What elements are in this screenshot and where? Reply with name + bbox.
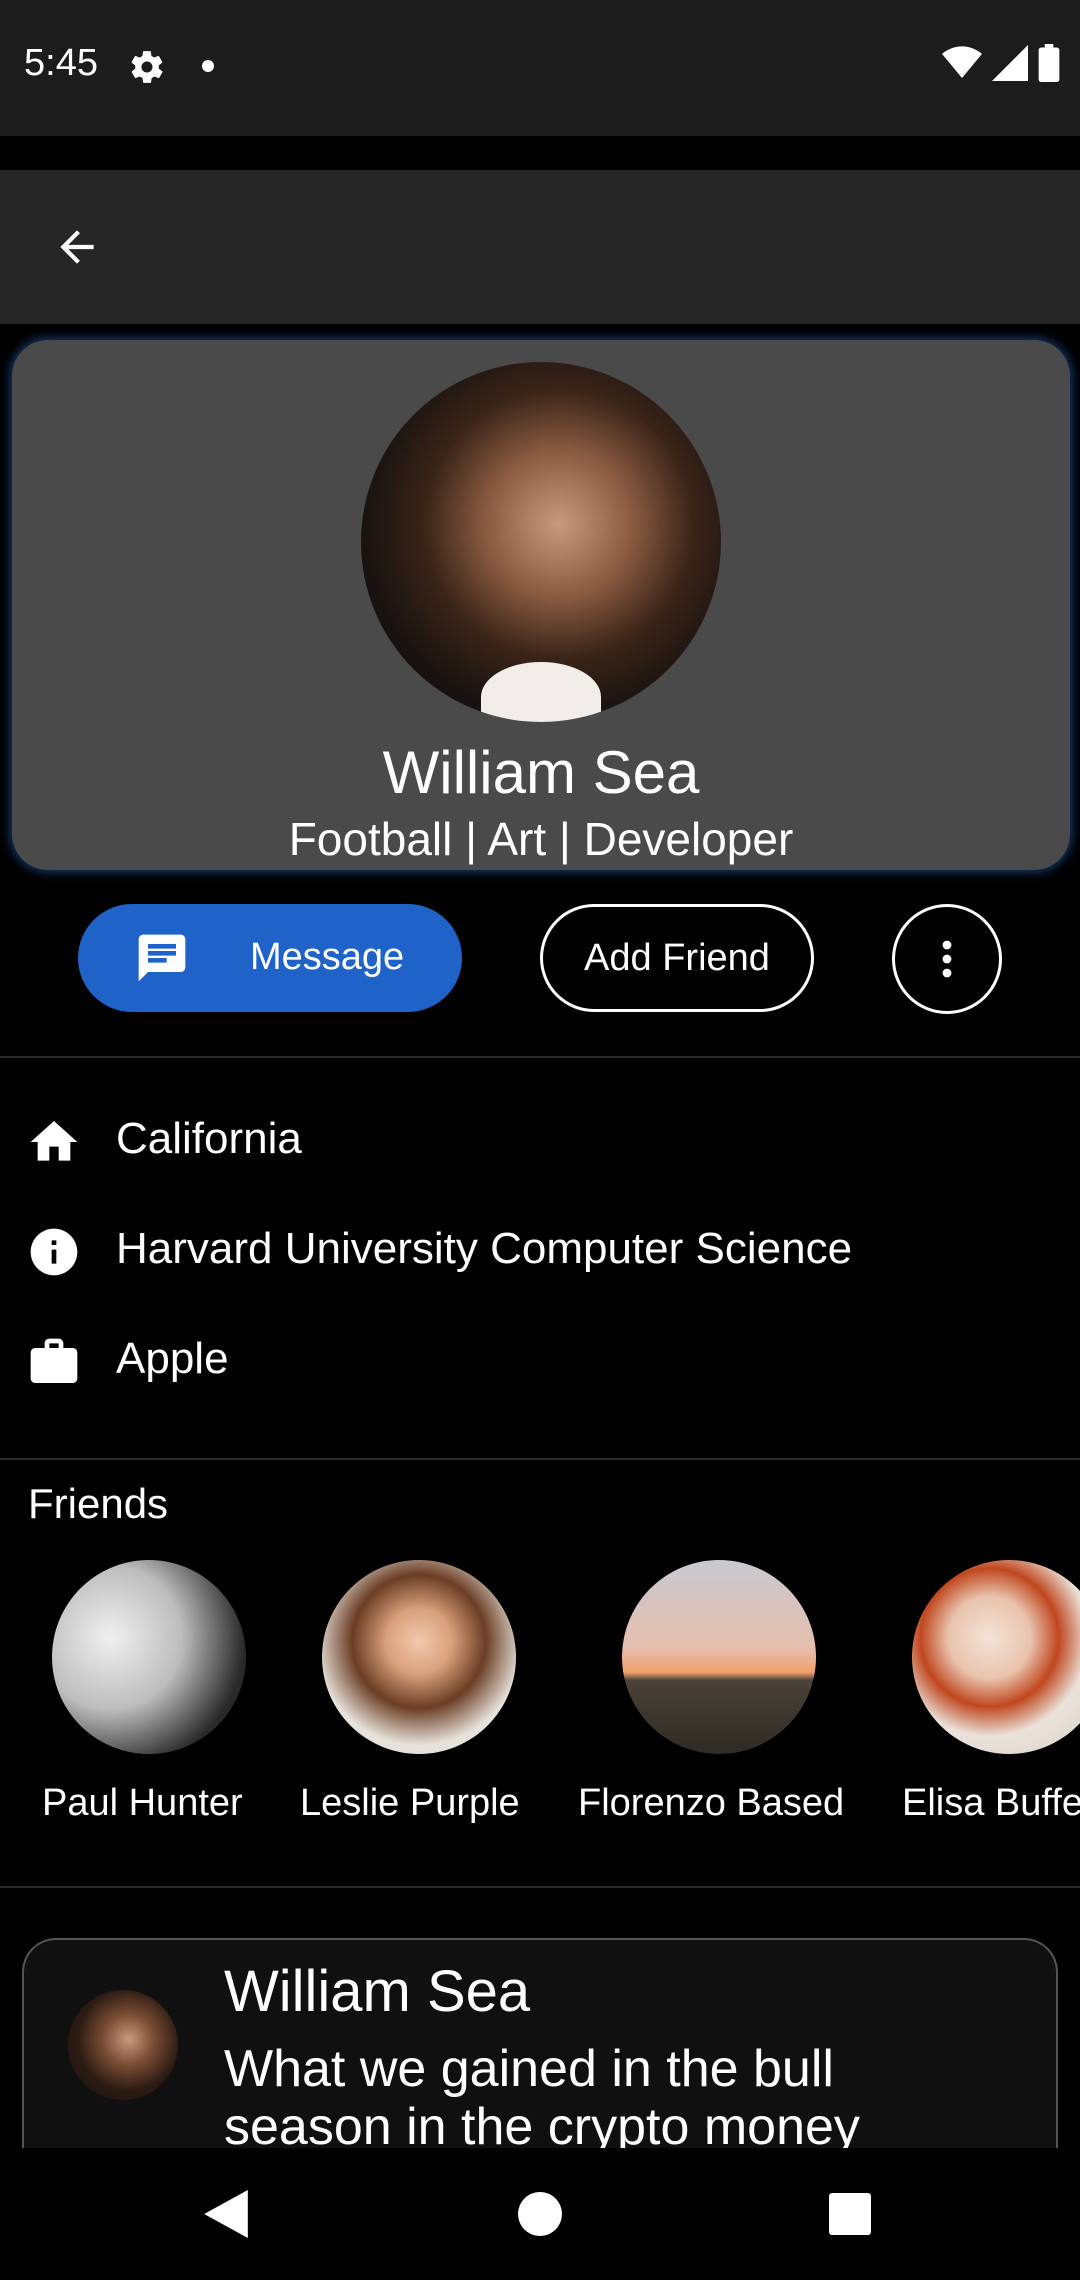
info-icon: [30, 1228, 78, 1276]
friend-item-elisa-buffe[interactable]: Elisa Buffe: [902, 1560, 1080, 1840]
post-author-name: William Sea: [224, 1959, 531, 2024]
friend-avatar: [52, 1560, 246, 1754]
status-bar: 5:45: [0, 0, 1080, 136]
app-bar: [0, 170, 1080, 324]
nav-recents-button[interactable]: [820, 2184, 880, 2244]
more-vert-icon: [942, 940, 952, 978]
message-icon: [138, 934, 186, 982]
status-time: 5:45: [24, 42, 98, 84]
navigation-bar: [0, 2148, 1080, 2280]
info-education: Harvard University Computer Science: [116, 1224, 853, 1273]
status-icons: [942, 44, 1060, 82]
arrow-back-icon: [60, 230, 94, 264]
nav-back-icon: [204, 2190, 248, 2238]
info-location: California: [116, 1114, 302, 1163]
back-button[interactable]: [44, 214, 110, 280]
signal-icon: [992, 45, 1028, 81]
friend-name: Leslie Purple: [300, 1782, 520, 1824]
friend-avatar: [622, 1560, 816, 1754]
profile-name: William Sea: [382, 739, 700, 806]
info-work: Apple: [116, 1334, 229, 1383]
nav-home-icon: [518, 2192, 562, 2236]
friends-title: Friends: [28, 1480, 169, 1527]
wifi-icon: [942, 46, 982, 78]
message-button-label: Message: [250, 936, 405, 978]
add-friend-button[interactable]: Add Friend: [540, 904, 814, 1012]
message-button[interactable]: Message: [78, 904, 462, 1012]
post-author-avatar: [68, 1990, 178, 2100]
divider: [0, 1886, 1080, 1888]
nav-back-button[interactable]: [196, 2184, 256, 2244]
info-row-location: California: [0, 1096, 1080, 1176]
friend-item-leslie-purple[interactable]: Leslie Purple: [300, 1560, 600, 1840]
screen: 5:45 William Sea Football | Art | Develo…: [0, 0, 1080, 2280]
more-options-button[interactable]: [892, 904, 1002, 1014]
profile-avatar: [361, 362, 721, 722]
gear-icon: [131, 51, 163, 83]
divider: [0, 1056, 1080, 1058]
home-icon: [30, 1121, 78, 1161]
post-text: What we gained in the bull season in the…: [224, 2040, 860, 2156]
profile-tags: Football | Art | Developer: [288, 813, 794, 865]
battery-icon: [1038, 44, 1060, 82]
friend-name: Florenzo Based: [578, 1782, 845, 1824]
avatar-shirt: [481, 662, 601, 722]
notification-dot-icon: [202, 60, 214, 72]
nav-recents-icon: [829, 2193, 871, 2235]
friend-avatar: [322, 1560, 516, 1754]
nav-home-button[interactable]: [510, 2184, 570, 2244]
profile-card: William Sea Football | Art | Developer: [12, 340, 1070, 870]
friend-name: Elisa Buffe: [902, 1782, 1080, 1824]
friend-item-paul-hunter[interactable]: Paul Hunter: [38, 1560, 338, 1840]
friend-item-florenzo-based[interactable]: Florenzo Based: [578, 1560, 878, 1840]
friend-name: Paul Hunter: [42, 1782, 243, 1824]
friend-avatar: [912, 1560, 1080, 1754]
divider: [0, 1458, 1080, 1460]
info-row-work: Apple: [0, 1316, 1080, 1396]
briefcase-icon: [30, 1338, 78, 1383]
info-row-education: Harvard University Computer Science: [0, 1206, 1080, 1286]
